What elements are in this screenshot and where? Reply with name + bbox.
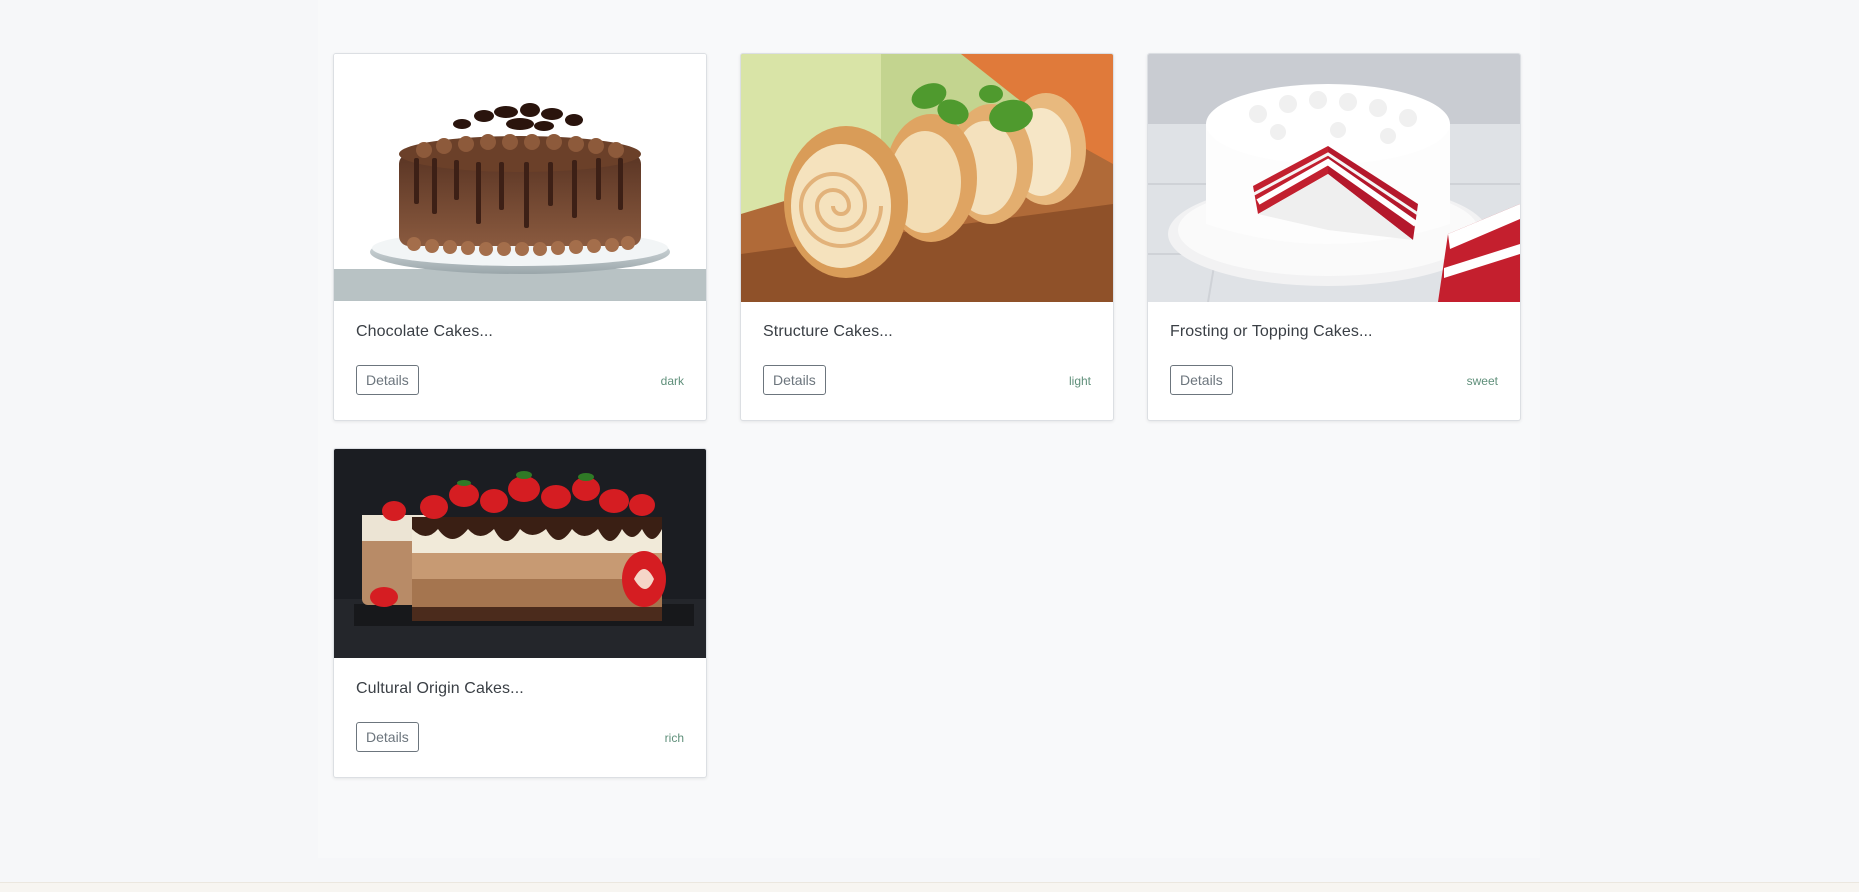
card-body: Structure Cakes... Details light	[741, 301, 1113, 420]
card-body: Cultural Origin Cakes... Details rich	[334, 658, 706, 777]
card-tag: sweet	[1466, 374, 1498, 388]
cake-card-frosting: Frosting or Topping Cakes... Details swe…	[1147, 53, 1521, 421]
cake-card-structure: Structure Cakes... Details light	[740, 53, 1114, 421]
card-title: Frosting or Topping Cakes...	[1170, 323, 1373, 340]
strawberry-mousse-cake-image	[334, 449, 706, 658]
card-body: Frosting or Topping Cakes... Details swe…	[1148, 301, 1520, 420]
card-tag: rich	[664, 731, 684, 745]
cake-card-cultural-origin: Cultural Origin Cakes... Details rich	[333, 448, 707, 778]
details-button[interactable]: Details	[356, 365, 419, 395]
details-button[interactable]: Details	[1170, 365, 1233, 395]
details-button[interactable]: Details	[763, 365, 826, 395]
cake-card-chocolate: Chocolate Cakes... Details dark	[333, 53, 707, 421]
chocolate-cake-image	[334, 54, 706, 301]
footer-strip	[0, 882, 1859, 892]
card-title: Chocolate Cakes...	[356, 323, 493, 340]
card-tag: dark	[660, 374, 684, 388]
card-body: Chocolate Cakes... Details dark	[334, 301, 706, 420]
red-velvet-cake-image	[1148, 54, 1520, 302]
card-title: Cultural Origin Cakes...	[356, 680, 524, 697]
card-title: Structure Cakes...	[763, 323, 893, 340]
swiss-roll-image	[741, 54, 1113, 302]
card-tag: light	[1068, 374, 1091, 388]
album-container: Chocolate Cakes... Details dark Structur…	[318, 0, 1540, 858]
page: Chocolate Cakes... Details dark Structur…	[0, 0, 1859, 892]
details-button[interactable]: Details	[356, 722, 419, 752]
